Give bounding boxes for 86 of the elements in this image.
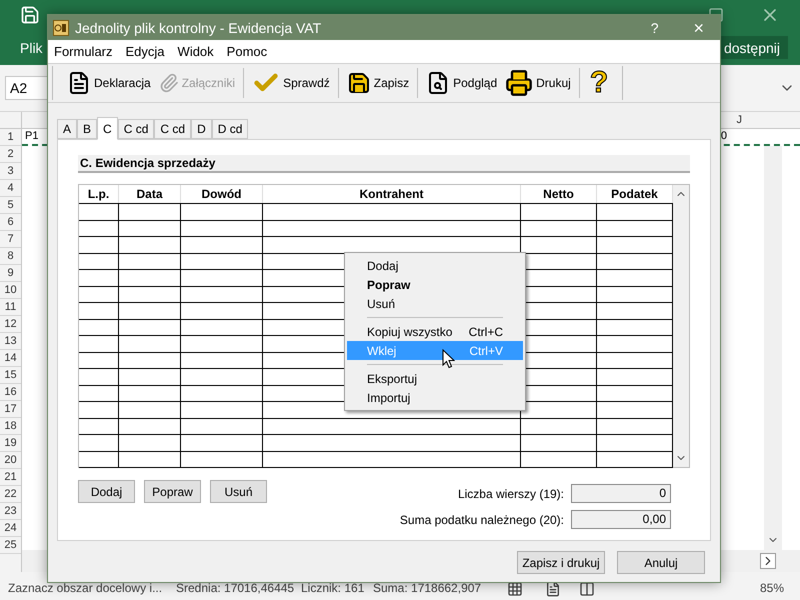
row-number[interactable]: 10 [0,282,21,299]
column-header[interactable]: J [736,112,742,128]
row-number[interactable]: 17 [0,401,21,418]
table-cell-text: P1 [24,129,38,144]
row-number[interactable]: 12 [0,316,21,333]
row-number[interactable]: 5 [0,197,21,214]
row-number[interactable]: 9 [0,265,21,282]
menu-item[interactable]: Popraw [347,275,523,294]
toolbar-button[interactable]: Podgląd [422,71,502,95]
row-number[interactable]: 2 [0,146,21,163]
paperclip-icon [158,73,179,93]
dialog-button[interactable]: Zapisz i drukuj [517,551,605,574]
mouse-pointer-icon [442,349,455,369]
status-message: Zaznacz obszar docelowy i... [8,580,164,597]
readonly-field: 0,00 [571,510,671,529]
toolbar-button[interactable]: Deklaracja [63,71,155,95]
row-number[interactable]: 23 [0,503,21,520]
menu-item[interactable]: Widok [178,42,214,62]
menu-item[interactable]: Edycja [126,42,165,62]
column-header[interactable]: Kontrahent [263,185,521,203]
menu-item[interactable]: Eksportuj [347,369,523,388]
row-number[interactable]: 21 [0,469,21,486]
help-button[interactable]: ? [650,18,658,38]
action-button[interactable]: Popraw [144,480,201,503]
printer-icon [505,69,534,97]
menu-item[interactable]: Importuj [347,388,523,407]
toolbar-button[interactable]: Sprawdź [248,69,334,97]
status-average: Średnia: 17016,46445 [176,580,296,597]
row-number[interactable]: 11 [0,299,21,316]
page-break-icon[interactable] [579,581,595,597]
close-button[interactable]: × [693,18,704,36]
field-label: Suma podatku należnego (20): [400,512,564,528]
page-layout-icon[interactable] [545,581,561,597]
column-header[interactable]: Dowód [181,185,263,203]
menu-item[interactable]: Pomoc [226,42,268,62]
row-number[interactable]: 19 [0,435,21,452]
menu-item[interactable]: Usuń [347,294,523,313]
tab[interactable]: C [97,117,118,140]
row-number[interactable]: 7 [0,231,21,248]
tab[interactable]: D [191,119,212,139]
column-header[interactable]: L.p. [79,185,119,203]
toolbar-button[interactable]: Drukuj [501,69,575,97]
row-number[interactable]: 20 [0,452,21,469]
zoom-level[interactable]: 85% [760,579,784,597]
field-label: Liczba wierszy (19): [458,486,564,502]
tab[interactable]: D cd [212,119,248,139]
row-number[interactable]: 15 [0,367,21,384]
tab[interactable]: B [77,119,98,139]
row-number[interactable]: 1 [0,129,21,146]
table-scrollbar[interactable] [673,185,689,467]
row-number[interactable]: 25 [0,537,21,554]
save-icon[interactable] [20,5,40,25]
app-icon [53,20,69,36]
table-cell: 0 [720,129,727,144]
row-number[interactable]: 3 [0,163,21,180]
row-number[interactable]: 6 [0,214,21,231]
status-count: Licznik: 161 [301,580,366,597]
row-number[interactable]: 24 [0,520,21,537]
window-title: Jednolity plik kontrolny - Ewidencja VAT [75,18,322,38]
row-number[interactable]: 16 [0,384,21,401]
tab[interactable]: A [57,119,78,139]
toolbar-button[interactable]: Zapisz [342,71,414,95]
row-number[interactable]: 22 [0,486,21,503]
scroll-right-icon[interactable] [760,553,776,569]
status-sum: Suma: 1718662,907 [373,580,482,597]
document-icon [67,71,91,95]
section-title: C. Ewidencja sprzedaży [80,155,216,172]
row-number[interactable]: 4 [0,180,21,197]
column-header[interactable]: Netto [521,185,597,203]
vertical-scrollbar[interactable] [764,146,782,550]
menu-item[interactable]: Kopiuj wszystko Ctrl+C [347,322,523,341]
tab[interactable]: C cd [154,119,192,139]
readonly-field: 0 [571,484,671,503]
action-button[interactable]: Usuń [210,480,267,503]
tab[interactable]: C cd [118,119,154,139]
ribbon-tab[interactable]: Plik [20,38,43,58]
normal-view-icon[interactable] [507,581,523,597]
row-number[interactable]: 18 [0,418,21,435]
row-number[interactable]: 8 [0,248,21,265]
menu-item[interactable]: Formularz [54,42,113,62]
row-number[interactable]: 13 [0,333,21,350]
row-number[interactable]: 14 [0,350,21,367]
column-header[interactable]: Data [119,185,181,203]
dialog-button[interactable]: Anuluj [617,551,705,574]
menu-item[interactable]: Dodaj [347,256,523,275]
action-button[interactable]: Dodaj [78,480,135,503]
